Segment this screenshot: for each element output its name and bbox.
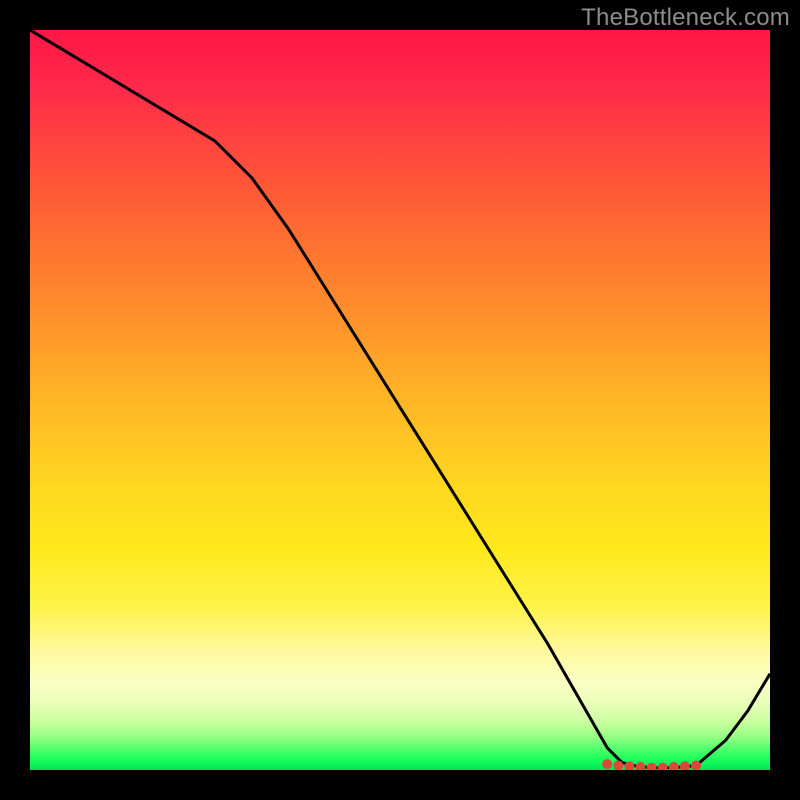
sweet-spot-dots bbox=[602, 759, 701, 770]
plot-area bbox=[30, 30, 770, 770]
line-chart-svg bbox=[30, 30, 770, 770]
sweet-spot-dot bbox=[669, 762, 679, 770]
sweet-spot-dot bbox=[680, 761, 690, 770]
sweet-spot-dot bbox=[647, 763, 657, 770]
attribution-text: TheBottleneck.com bbox=[581, 4, 790, 32]
sweet-spot-dot bbox=[658, 763, 668, 770]
sweet-spot-dot bbox=[602, 759, 612, 769]
sweet-spot-dot bbox=[636, 762, 646, 770]
bottleneck-line bbox=[30, 30, 770, 768]
